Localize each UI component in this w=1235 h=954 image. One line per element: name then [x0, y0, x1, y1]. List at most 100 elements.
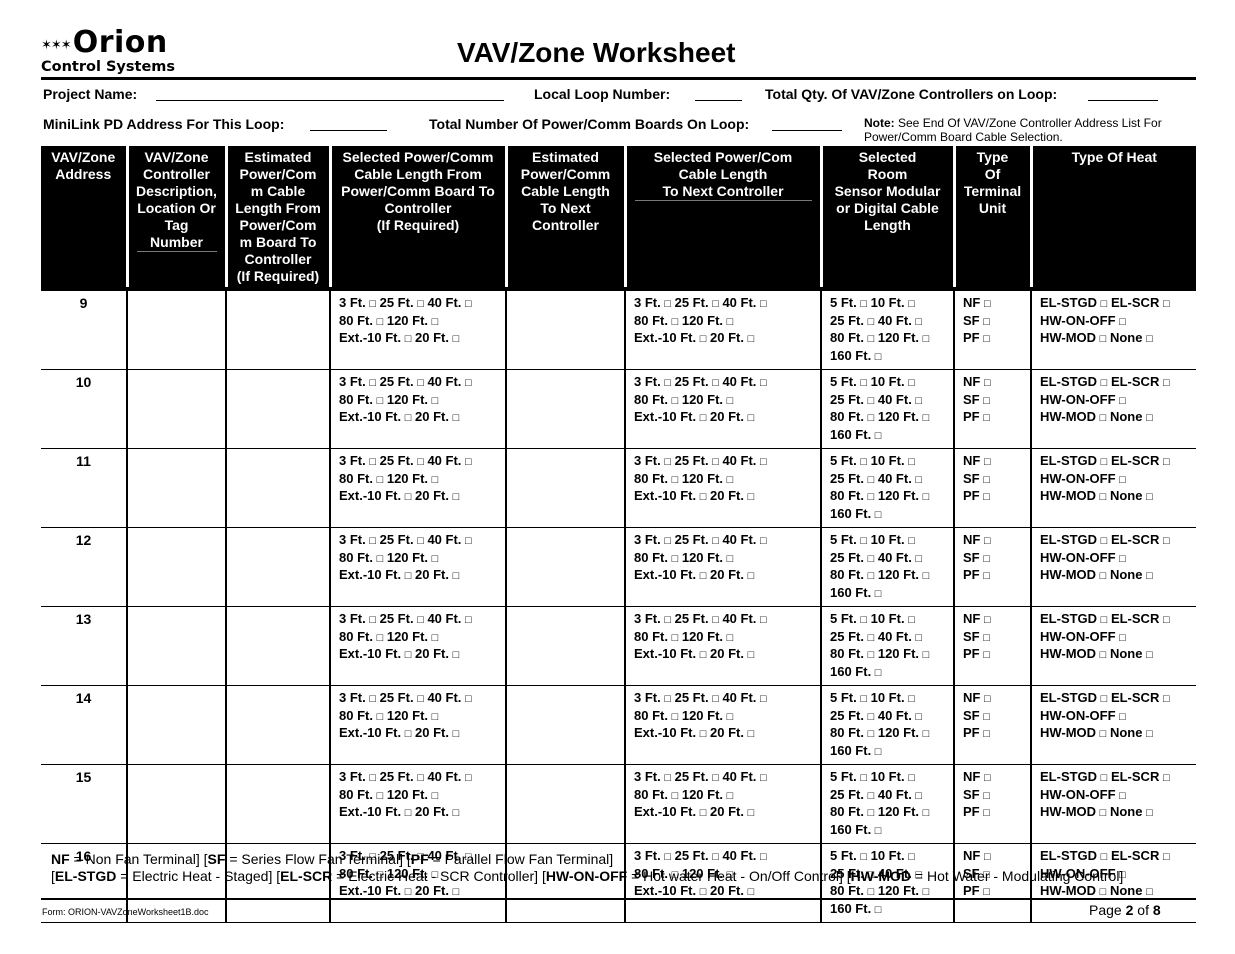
cable-board-options[interactable]: 3 Ft. □ 25 Ft. □ 40 Ft. □ 80 Ft. □ 120 Ft… [339, 295, 497, 348]
checkbox-icon[interactable]: □ [868, 553, 875, 565]
checkbox-icon[interactable]: □ [984, 535, 991, 547]
checkbox-icon[interactable]: □ [417, 456, 424, 468]
checkbox-icon[interactable]: □ [1163, 298, 1170, 310]
checkbox-icon[interactable]: □ [700, 333, 707, 345]
option-line[interactable]: HW-ON-OFF □ [1040, 787, 1188, 805]
checkbox-icon[interactable]: □ [1119, 790, 1126, 802]
checkbox-icon[interactable]: □ [727, 632, 734, 644]
description-cell[interactable] [126, 606, 226, 686]
option-line[interactable]: 3 Ft. □ 25 Ft. □ 40 Ft. □ [339, 374, 497, 392]
option-line[interactable]: Ext.-10 Ft. □ 20 Ft. □ [339, 804, 497, 822]
option-line[interactable]: NF □ [963, 769, 1022, 787]
option-line[interactable]: 160 Ft. □ [830, 585, 945, 603]
option-line[interactable]: 3 Ft. □ 25 Ft. □ 40 Ft. □ [634, 769, 812, 787]
checkbox-icon[interactable]: □ [860, 614, 867, 626]
option-line[interactable]: 3 Ft. □ 25 Ft. □ 40 Ft. □ [634, 611, 812, 629]
description-cell[interactable] [126, 448, 226, 528]
option-line[interactable]: SF □ [963, 392, 1022, 410]
option-line[interactable]: 80 Ft. □ 120 Ft. □ [830, 409, 945, 427]
checkbox-icon[interactable]: □ [377, 474, 384, 486]
local-loop-field[interactable] [695, 100, 742, 101]
checkbox-icon[interactable]: □ [700, 570, 707, 582]
checkbox-icon[interactable]: □ [860, 535, 867, 547]
checkbox-icon[interactable]: □ [860, 772, 867, 784]
cable-board-options[interactable]: 3 Ft. □ 25 Ft. □ 40 Ft. □ 80 Ft. □ 120 Ft… [339, 611, 497, 664]
sensor-cable-options[interactable]: 5 Ft. □ 10 Ft. □ 25 Ft. □ 40 Ft. □ 80 Ft. … [830, 453, 945, 523]
checkbox-icon[interactable]: □ [465, 614, 472, 626]
checkbox-icon[interactable]: □ [1119, 474, 1126, 486]
checkbox-icon[interactable]: □ [369, 298, 376, 310]
checkbox-icon[interactable]: □ [712, 772, 719, 784]
option-line[interactable]: PF □ [963, 409, 1022, 427]
checkbox-icon[interactable]: □ [465, 377, 472, 389]
checkbox-icon[interactable]: □ [908, 535, 915, 547]
checkbox-icon[interactable]: □ [875, 509, 882, 521]
option-line[interactable]: SF □ [963, 471, 1022, 489]
option-line[interactable]: EL-STGD □ EL-SCR □ [1040, 295, 1188, 313]
checkbox-icon[interactable]: □ [1146, 728, 1153, 740]
checkbox-icon[interactable]: □ [983, 570, 990, 582]
checkbox-icon[interactable]: □ [875, 667, 882, 679]
option-line[interactable]: EL-STGD □ EL-SCR □ [1040, 374, 1188, 392]
option-line[interactable]: SF □ [963, 313, 1022, 331]
option-line[interactable]: PF □ [963, 646, 1022, 664]
checkbox-icon[interactable]: □ [1163, 614, 1170, 626]
checkbox-icon[interactable]: □ [875, 351, 882, 363]
description-cell[interactable] [126, 764, 226, 844]
option-line[interactable]: Ext.-10 Ft. □ 20 Ft. □ [634, 804, 812, 822]
checkbox-icon[interactable]: □ [664, 614, 671, 626]
checkbox-icon[interactable]: □ [1100, 728, 1107, 740]
checkbox-icon[interactable]: □ [453, 649, 460, 661]
sensor-cable-options[interactable]: 5 Ft. □ 10 Ft. □ 25 Ft. □ 40 Ft. □ 80 Ft. … [830, 374, 945, 444]
option-line[interactable]: 25 Ft. □ 40 Ft. □ [830, 708, 945, 726]
terminal-type-options[interactable]: NF □ SF □ PF □ [963, 374, 1022, 427]
option-line[interactable]: 80 Ft. □ 120 Ft. □ [830, 725, 945, 743]
checkbox-icon[interactable]: □ [983, 474, 990, 486]
checkbox-icon[interactable]: □ [453, 807, 460, 819]
checkbox-icon[interactable]: □ [748, 333, 755, 345]
checkbox-icon[interactable]: □ [1101, 377, 1108, 389]
cable-next-options[interactable]: 3 Ft. □ 25 Ft. □ 40 Ft. □ 80 Ft. □ 120 Ft… [634, 769, 812, 822]
checkbox-icon[interactable]: □ [453, 886, 460, 898]
heat-type-options[interactable]: EL-STGD □ EL-SCR □ HW-ON-OFF □ HW-MOD □ No… [1040, 611, 1188, 664]
checkbox-icon[interactable]: □ [868, 333, 875, 345]
option-line[interactable]: 80 Ft. □ 120 Ft. □ [634, 392, 812, 410]
option-line[interactable]: NF □ [963, 453, 1022, 471]
option-line[interactable]: 80 Ft. □ 120 Ft. □ [339, 313, 497, 331]
est-cable-next-cell[interactable] [505, 764, 625, 844]
checkbox-icon[interactable]: □ [1146, 491, 1153, 503]
terminal-type-options[interactable]: NF □ SF □ PF □ [963, 611, 1022, 664]
checkbox-icon[interactable]: □ [908, 614, 915, 626]
checkbox-icon[interactable]: □ [712, 456, 719, 468]
est-cable-board-cell[interactable] [225, 606, 330, 686]
checkbox-icon[interactable]: □ [1163, 693, 1170, 705]
checkbox-icon[interactable]: □ [405, 412, 412, 424]
option-line[interactable]: SF □ [963, 708, 1022, 726]
checkbox-icon[interactable]: □ [915, 711, 922, 723]
option-line[interactable]: PF □ [963, 567, 1022, 585]
option-line[interactable]: EL-STGD □ EL-SCR □ [1040, 690, 1188, 708]
checkbox-icon[interactable]: □ [983, 790, 990, 802]
description-cell[interactable] [126, 527, 226, 607]
option-line[interactable]: 3 Ft. □ 25 Ft. □ 40 Ft. □ [634, 532, 812, 550]
checkbox-icon[interactable]: □ [672, 632, 679, 644]
checkbox-icon[interactable]: □ [465, 772, 472, 784]
est-cable-next-cell[interactable] [505, 527, 625, 607]
checkbox-icon[interactable]: □ [983, 728, 990, 740]
cable-board-options[interactable]: 3 Ft. □ 25 Ft. □ 40 Ft. □ 80 Ft. □ 120 Ft… [339, 453, 497, 506]
option-line[interactable]: 160 Ft. □ [830, 743, 945, 761]
description-cell[interactable] [126, 369, 226, 449]
option-line[interactable]: HW-MOD □ None □ [1040, 488, 1188, 506]
cable-next-options[interactable]: 3 Ft. □ 25 Ft. □ 40 Ft. □ 80 Ft. □ 120 Ft… [634, 690, 812, 743]
option-line[interactable]: Ext.-10 Ft. □ 20 Ft. □ [634, 488, 812, 506]
checkbox-icon[interactable]: □ [923, 886, 930, 898]
checkbox-icon[interactable]: □ [369, 693, 376, 705]
checkbox-icon[interactable]: □ [1146, 412, 1153, 424]
checkbox-icon[interactable]: □ [453, 570, 460, 582]
option-line[interactable]: NF □ [963, 690, 1022, 708]
checkbox-icon[interactable]: □ [868, 711, 875, 723]
option-line[interactable]: NF □ [963, 532, 1022, 550]
cable-next-options[interactable]: 3 Ft. □ 25 Ft. □ 40 Ft. □ 80 Ft. □ 120 Ft… [634, 611, 812, 664]
checkbox-icon[interactable]: □ [377, 395, 384, 407]
option-line[interactable]: 80 Ft. □ 120 Ft. □ [634, 471, 812, 489]
